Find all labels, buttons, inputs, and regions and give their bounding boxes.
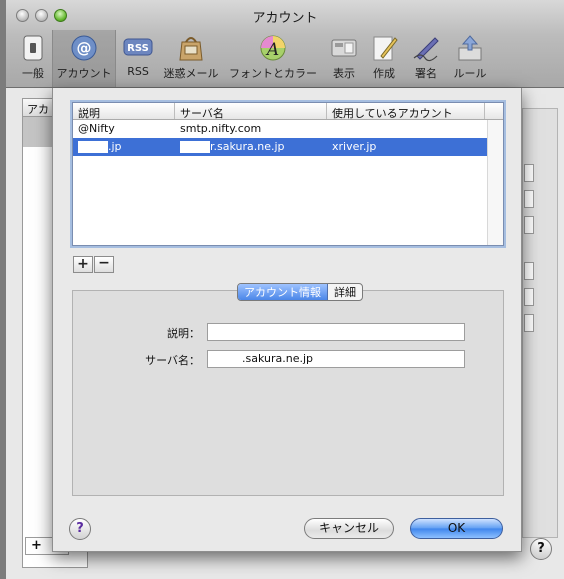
mail-preferences-window: アカウント 一般 @ アカウント RSS RSS 迷惑メール A フォントとカラ…: [6, 0, 564, 579]
server-name-label: サーバ名：: [145, 354, 200, 367]
cell-account: xriver.jp: [332, 140, 377, 153]
description-field[interactable]: [207, 323, 465, 341]
cell-account: [327, 120, 485, 138]
general-switch-icon: [23, 35, 43, 61]
toolbar-item-rss[interactable]: RSS RSS: [120, 34, 156, 82]
background-help-button: ?: [530, 538, 552, 560]
svg-text:@: @: [77, 39, 92, 57]
server-name-field[interactable]: .sakura.ne.jp: [207, 350, 465, 368]
server-name-value: .sakura.ne.jp: [242, 352, 314, 365]
toolbar-item-junk-mail[interactable]: 迷惑メール: [160, 34, 222, 82]
background-field: [524, 190, 534, 208]
cell-server: r.sakura.ne.jp: [175, 138, 327, 156]
background-add-label: +: [31, 538, 42, 553]
window-titlebar: アカウント 一般 @ アカウント RSS RSS 迷惑メール A フォントとカラ…: [6, 0, 564, 88]
font-color-icon: A: [260, 35, 286, 61]
window-title: アカウント: [252, 11, 318, 26]
column-header-server[interactable]: サーバ名: [175, 103, 327, 119]
cell-description-text: .jp: [108, 140, 122, 153]
table-header: 説明 サーバ名 使用しているアカウント: [73, 103, 503, 120]
cell-description: .jp: [73, 138, 175, 156]
column-header-spacer: [485, 103, 503, 119]
background-field: [524, 216, 534, 234]
redaction-block: [78, 141, 108, 153]
table-scrollbar[interactable]: [487, 120, 503, 245]
toolbar-item-fonts-colors[interactable]: A フォントとカラー: [226, 34, 320, 82]
detail-tab-group: アカウント情報 詳細: [237, 283, 363, 301]
toolbar-item-accounts[interactable]: @ アカウント: [52, 30, 116, 87]
rss-badge-icon: RSS: [123, 38, 153, 56]
toolbar-label-junk-mail: 迷惑メール: [163, 67, 219, 80]
svg-text:A: A: [265, 40, 279, 60]
background-field: [524, 164, 534, 182]
table-row-selected[interactable]: .jp r.sakura.ne.jp xriver.jp: [73, 138, 503, 156]
smtp-server-table: 説明 サーバ名 使用しているアカウント @Nifty smtp.nifty.co…: [72, 102, 504, 246]
compose-pencil-icon: [373, 36, 398, 61]
background-field: [524, 288, 534, 306]
cancel-button[interactable]: キャンセル: [304, 518, 394, 539]
redaction-block: [212, 354, 242, 364]
toolbar-item-signatures[interactable]: 署名: [408, 34, 444, 82]
background-field: [524, 314, 534, 332]
toolbar-item-rules[interactable]: ルール: [450, 34, 490, 82]
toolbar-label-rss: RSS: [127, 65, 149, 78]
tab-advanced[interactable]: 詳細: [328, 284, 362, 300]
toolbar-label-signatures: 署名: [415, 67, 437, 80]
at-sign-icon: @: [71, 35, 97, 61]
toolbar-label-rules: ルール: [453, 67, 487, 80]
svg-text:RSS: RSS: [127, 43, 149, 54]
column-header-account[interactable]: 使用しているアカウント: [327, 103, 485, 119]
column-header-description[interactable]: 説明: [73, 103, 175, 119]
background-field: [524, 262, 534, 280]
tab-account-info[interactable]: アカウント情報: [238, 284, 328, 300]
redaction-block: [180, 141, 210, 153]
toolbar-label-general: 一般: [22, 67, 44, 80]
toolbar-item-viewing[interactable]: 表示: [326, 34, 362, 82]
description-label: 説明：: [167, 327, 200, 340]
toolbar-label-fonts-colors: フォントとカラー: [229, 67, 317, 80]
cell-description: @Nifty: [78, 122, 115, 135]
server-detail-panel: アカウント情報 詳細 説明： サーバ名： .sakura.ne.jp: [72, 283, 504, 496]
cell-server: smtp.nifty.com: [180, 122, 262, 135]
toolbar-item-general[interactable]: 一般: [16, 34, 50, 82]
remove-server-button[interactable]: −: [94, 256, 114, 273]
smtp-server-list-sheet: 説明 サーバ名 使用しているアカウント @Nifty smtp.nifty.co…: [52, 88, 522, 552]
toolbar-label-viewing: 表示: [333, 67, 355, 80]
cell-server-text: r.sakura.ne.jp: [210, 140, 285, 153]
help-button[interactable]: ?: [69, 518, 91, 540]
signature-pen-icon: [413, 37, 439, 62]
ok-button[interactable]: OK: [410, 518, 503, 539]
toolbar-label-accounts: アカウント: [56, 67, 112, 80]
toolbar-label-composing: 作成: [373, 67, 395, 80]
table-row[interactable]: @Nifty smtp.nifty.com: [73, 120, 503, 138]
rules-arrows-icon: [458, 35, 482, 61]
toolbar-item-composing[interactable]: 作成: [366, 34, 402, 82]
view-display-icon: [331, 39, 357, 57]
add-server-button[interactable]: +: [73, 256, 93, 273]
junk-mail-bag-icon: [179, 37, 203, 61]
